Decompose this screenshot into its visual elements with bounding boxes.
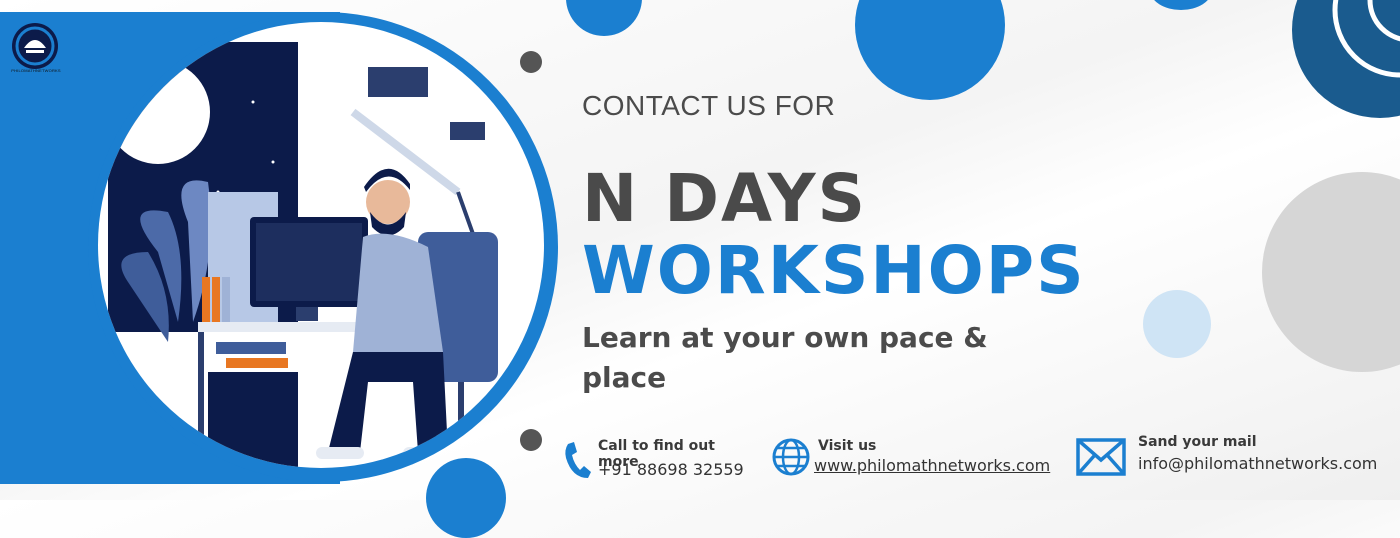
- hero-illustration: [98, 22, 544, 468]
- mail-icon: [1076, 438, 1126, 481]
- brand-logo[interactable]: [10, 22, 60, 70]
- hero-subtitle: CONTACT US FOR: [582, 90, 836, 121]
- decor-rings-topright: [1290, 0, 1400, 120]
- decor-circle-bottom: [426, 458, 506, 538]
- contact-bullet-dot: [520, 429, 542, 451]
- decor-circle-top: [566, 0, 642, 36]
- hero-headline-line1: N DAYS: [582, 160, 868, 237]
- decor-circle-large-top: [855, 0, 1005, 100]
- contact-phone[interactable]: Call to find out more +91 88698 32559: [560, 436, 760, 484]
- decor-dot-gray-top: [520, 51, 542, 73]
- decor-circle-topright-small: [1150, 0, 1212, 10]
- contact-web[interactable]: Visit us www.philomathnetworks.com: [772, 436, 1072, 484]
- phone-icon: [562, 440, 592, 485]
- decor-circle-gray-right: [1262, 172, 1400, 372]
- brand-logo-text: PHILOMATHNETWORKS: [11, 68, 61, 73]
- phone-number[interactable]: +91 88698 32559: [598, 460, 744, 479]
- contact-mail[interactable]: Sand your mail info@philomathnetworks.co…: [1076, 432, 1396, 484]
- hero-tagline: Learn at your own pace & place: [582, 321, 988, 394]
- globe-icon: [772, 438, 810, 481]
- mail-title: Sand your mail: [1138, 434, 1257, 450]
- decor-circle-lightblue-right: [1143, 290, 1211, 358]
- web-title: Visit us: [818, 438, 877, 454]
- website-link[interactable]: www.philomathnetworks.com: [814, 456, 1050, 475]
- mail-address[interactable]: info@philomathnetworks.com: [1138, 454, 1377, 473]
- hero-headline-line2: WORKSHOPS: [582, 232, 1086, 309]
